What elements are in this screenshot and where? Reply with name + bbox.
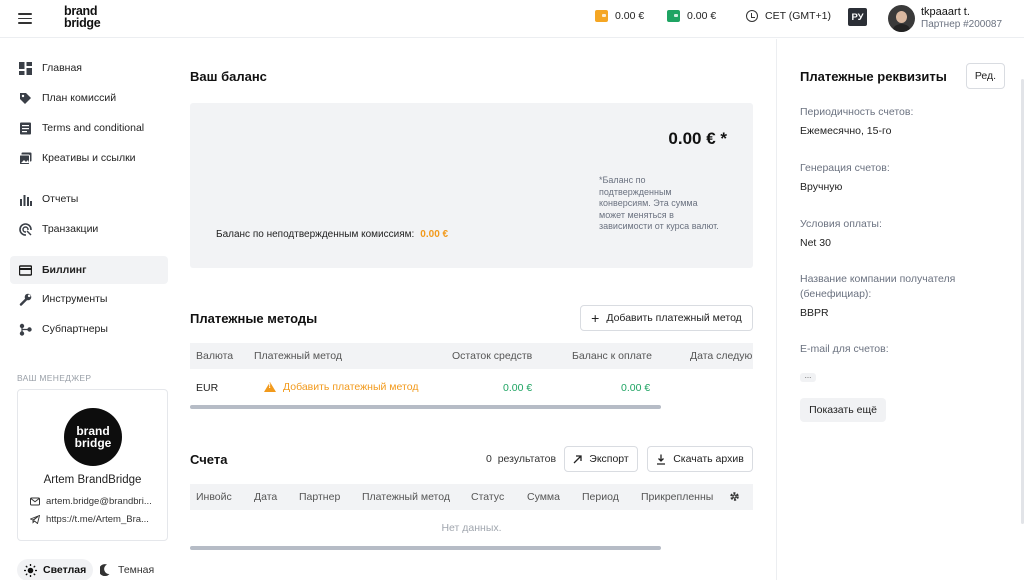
theme-light-button[interactable]: Светлая	[17, 559, 94, 580]
arrow-up-right-icon	[573, 454, 582, 463]
row-remaining: 0.00 €	[503, 382, 533, 394]
credit-card-icon	[19, 264, 32, 276]
tag-icon	[20, 92, 31, 104]
edit-requisites-button[interactable]: Ред.	[966, 63, 1005, 89]
manager-logo: brand bridge	[64, 408, 122, 466]
sidebar-item-commission-plan[interactable]: План комиссий	[10, 84, 168, 112]
manager-name: Artem BrandBridge	[43, 474, 142, 486]
invoice-generation-value: Вручную	[800, 181, 843, 193]
column-invoice[interactable]: Инвойс	[196, 491, 232, 503]
manager-card: brand bridge Artem BrandBridge artem.bri…	[17, 389, 168, 541]
wrench-icon	[19, 293, 32, 306]
column-payment-method[interactable]: Платежный метод	[254, 350, 342, 362]
invoice-email-label: E-mail для счетов:	[800, 343, 889, 355]
top-header: brand bridge 0.00 € 0.00 € CET (GMT+1) Р…	[0, 0, 1024, 38]
network-icon	[19, 323, 32, 336]
language-switch[interactable]: РУ	[848, 8, 867, 26]
sidebar-item-subpartners[interactable]: Субпартнеры	[10, 315, 168, 343]
unconfirmed-balance: Баланс по неподтвержденным комиссиям: 0.0…	[216, 229, 449, 240]
timezone-selector[interactable]: CET (GMT+1)	[746, 10, 831, 22]
download-icon	[657, 454, 666, 465]
wallet-icon	[667, 10, 680, 22]
mail-icon	[30, 497, 40, 506]
sun-icon	[24, 563, 37, 577]
telegram-icon	[30, 515, 40, 524]
column-to-pay[interactable]: Баланс к оплате	[572, 350, 652, 362]
avatar[interactable]	[888, 5, 915, 32]
sidebar-item-reports[interactable]: Отчеты	[10, 185, 168, 213]
column-date[interactable]: Дата	[254, 491, 277, 503]
user-name[interactable]: tkpaaart t.	[921, 6, 970, 18]
invoices-count: 0 результатов	[486, 453, 557, 465]
dashboard-icon	[19, 61, 32, 75]
payment-methods-table-header: Валюта Платежный метод Остаток средств Б…	[190, 343, 753, 369]
balance-note: *Баланс по подтвержденным конверсиям. Эт…	[599, 175, 719, 231]
brand-logo[interactable]: brand bridge	[64, 5, 101, 30]
payment-methods-title: Платежные методы	[190, 311, 318, 326]
wallet-icon	[595, 10, 608, 22]
invoices-title: Счета	[190, 452, 228, 467]
balance-card: 0.00 € * *Баланс по подтвержденным конве…	[190, 103, 753, 268]
payment-table-scrollbar[interactable]	[190, 405, 661, 409]
theme-dark-button[interactable]: Темная	[100, 559, 154, 580]
unconfirmed-balance-value: 0.00 €	[420, 229, 449, 240]
column-status[interactable]: Статус	[471, 491, 504, 503]
requisites-title: Платежные реквизиты	[800, 69, 947, 84]
balance-title: Ваш баланс	[190, 69, 267, 84]
balance-wallet-2[interactable]: 0.00 €	[667, 10, 716, 22]
download-archive-button[interactable]: Скачать архив	[647, 446, 753, 472]
warning-icon	[264, 382, 276, 392]
beneficiary-label: Название компании получателя (бенефициар…	[800, 273, 956, 300]
row-to-pay: 0.00 €	[621, 382, 651, 394]
sidebar-item-transactions[interactable]: Транзакции	[10, 215, 168, 243]
column-remaining[interactable]: Остаток средств	[452, 350, 532, 362]
balance-wallet-1[interactable]: 0.00 €	[595, 10, 644, 22]
user-partner-id: Партнер #200087	[921, 19, 1003, 30]
column-partner[interactable]: Партнер	[299, 491, 340, 503]
transactions-icon	[19, 222, 32, 236]
images-icon	[19, 152, 32, 165]
invoice-generation-label: Генерация счетов:	[800, 162, 890, 174]
invoices-table-scrollbar[interactable]	[190, 546, 661, 550]
invoice-email-dots[interactable]: ...	[800, 372, 816, 382]
add-payment-method-button[interactable]: + Добавить платежный метод	[580, 305, 753, 331]
invoices-table-header: Инвойс Дата Партнер Платежный метод Стат…	[190, 484, 753, 510]
invoices-empty-state: Нет данных.	[441, 522, 502, 534]
clock-icon	[746, 10, 758, 22]
sidebar-item-creatives[interactable]: Креативы и ссылки	[10, 144, 168, 172]
column-currency[interactable]: Валюта	[196, 350, 233, 362]
manager-section-title: ВАШ МЕНЕДЖЕР	[17, 373, 92, 383]
document-icon	[20, 122, 31, 134]
moon-icon	[100, 564, 110, 576]
sidebar: Главная План комиссий Terms and conditio…	[0, 39, 177, 580]
beneficiary-value: BBPR	[800, 307, 829, 319]
sidebar-item-billing[interactable]: Биллинг	[10, 256, 168, 284]
bar-chart-icon	[20, 194, 32, 206]
show-more-button[interactable]: Показать ещё	[800, 398, 886, 422]
column-amount[interactable]: Сумма	[527, 491, 560, 503]
settings-gear-icon[interactable]	[729, 491, 740, 502]
sidebar-item-home[interactable]: Главная	[10, 54, 168, 82]
balance-amount: 0.00 € *	[668, 129, 727, 148]
manager-email[interactable]: artem.bridge@brandbri...	[30, 496, 164, 507]
sidebar-item-tools[interactable]: Инструменты	[10, 285, 168, 313]
export-button[interactable]: Экспорт	[564, 446, 638, 472]
payment-requisites-panel: Платежные реквизиты Ред. Периодичность с…	[776, 39, 1024, 580]
row-currency: EUR	[196, 382, 219, 394]
payment-terms-value: Net 30	[800, 237, 831, 249]
column-payment-method[interactable]: Платежный метод	[362, 491, 450, 503]
column-attached[interactable]: Прикрепленны	[641, 491, 713, 503]
sidebar-item-terms[interactable]: Terms and conditional	[10, 114, 168, 142]
column-next-date[interactable]: Дата следую	[690, 350, 753, 362]
column-period[interactable]: Период	[582, 491, 619, 503]
payment-terms-label: Условия оплаты:	[800, 218, 882, 230]
invoice-frequency-value: Ежемесячно, 15-го	[800, 125, 892, 137]
add-payment-method-link[interactable]: Добавить платежный метод	[264, 381, 418, 393]
invoice-frequency-label: Периодичность счетов:	[800, 106, 914, 118]
manager-telegram[interactable]: https://t.me/Artem_Bra...	[30, 514, 164, 525]
menu-icon[interactable]	[18, 13, 32, 24]
plus-icon: +	[591, 310, 600, 326]
